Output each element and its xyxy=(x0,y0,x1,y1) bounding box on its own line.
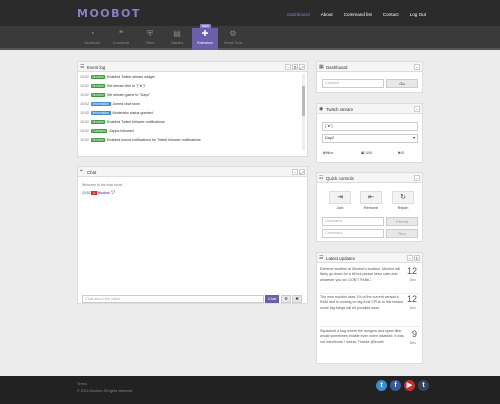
chat-welcome: Welcome to the chat room! xyxy=(82,183,123,187)
tab-dashboard[interactable]: ◔ Dashboard xyxy=(79,28,105,50)
refresh-icon: ↻ xyxy=(392,191,414,204)
settings-icon[interactable]: ⚙ xyxy=(281,295,291,303)
section-iconbar: ◔ Dashboard ❝ Commands ⛨ Filters ▤ Stati… xyxy=(0,24,500,50)
shield-icon: ⛨ xyxy=(147,29,153,38)
nav-contact[interactable]: Contact xyxy=(383,12,399,17)
chat-send-button[interactable]: Chat xyxy=(265,295,279,303)
settings-icon[interactable]: ⚙ xyxy=(292,63,298,70)
update-item: The new moobot uses 1% of the current ve… xyxy=(320,295,404,310)
tab-commands[interactable]: ❝ Commands xyxy=(108,28,134,50)
log-row: 15:52 Followed Zappa followed xyxy=(80,129,134,133)
chat-input[interactable]: Chat about the video xyxy=(82,295,264,303)
remove-button[interactable]: ⇤ Remove xyxy=(360,191,382,210)
log-scroll-thumb[interactable] xyxy=(302,86,305,116)
sign-in-icon: ⇥ xyxy=(329,191,351,204)
copyright: © 2014 Moobot. All rights reserved. xyxy=(77,389,134,393)
tab-extensions[interactable]: NEW ✚ Extensions xyxy=(192,24,218,50)
gear-icon[interactable]: ✱ xyxy=(292,295,302,303)
quick-controls-title: Quick controls xyxy=(326,175,354,181)
minimize-icon[interactable]: − xyxy=(414,105,420,112)
log-row: 15:52 Information Joined chat room xyxy=(80,102,141,106)
nav-logout[interactable]: Log Out xyxy=(410,12,426,17)
tab-statistics[interactable]: ▤ Statistics xyxy=(164,28,190,50)
logo[interactable]: MOOBOT xyxy=(77,7,141,20)
stream-game-select[interactable]: DayZ ▾ xyxy=(322,134,418,143)
dashboard-title: Dashboard xyxy=(326,64,348,70)
permit-button[interactable]: Permit xyxy=(386,217,418,226)
twitch-stream-panel: ◉ Twitch stream − (ᵔᴥᵔ) DayZ ▾ ● Offline … xyxy=(316,103,423,163)
chat-title: Chat xyxy=(87,169,97,175)
refresh-icon[interactable]: ↻ xyxy=(414,254,420,261)
new-badge: NEW xyxy=(200,24,211,28)
sign-out-icon: ⇤ xyxy=(360,191,382,204)
youtube-icon[interactable]: ▶ xyxy=(404,380,415,391)
gauge-icon: ◔ xyxy=(89,29,95,38)
log-row: 15:52 Moobot Enabled Twitch follower notif… xyxy=(80,120,165,124)
divider xyxy=(320,293,420,294)
minimize-icon[interactable]: − xyxy=(285,63,291,70)
update-item: Extreme weather at Moobot's location. Mo… xyxy=(320,267,400,282)
chat-icon: ❝ xyxy=(80,169,83,175)
chat-line: 15:52 ⚔ Moobot ヅ xyxy=(82,190,116,196)
chat-panel: ❝ Chat − ⤢ Welcome to the chat room! 15:… xyxy=(77,166,308,304)
emote-icon: ヅ xyxy=(110,190,116,196)
latest-updates-panel: ☰ Latest updates − ↻ Extreme weather at … xyxy=(316,252,423,364)
minimize-icon[interactable]: − xyxy=(407,254,413,261)
minimize-icon[interactable]: − xyxy=(414,174,420,181)
stream-title-input[interactable]: (ᵔᴥᵔ) xyxy=(322,122,418,131)
tab-filters[interactable]: ⛨ Filters xyxy=(137,28,163,50)
log-row: 15:52 Moobot Enabled Twitch stream widget xyxy=(80,75,155,79)
nav-dashboard[interactable]: Dashboard xyxy=(287,12,309,17)
chart-icon: ▤ xyxy=(173,29,181,38)
channel-input[interactable]: Channel xyxy=(322,79,384,88)
command-input[interactable]: Command xyxy=(322,229,384,238)
minimize-icon[interactable]: − xyxy=(292,168,298,175)
log-row: 15:52 Information Moderator status granted xyxy=(80,111,153,115)
chevron-down-icon: ▾ xyxy=(413,136,415,140)
eye-icon: ◉ xyxy=(319,106,324,112)
facebook-icon[interactable]: f xyxy=(390,380,401,391)
rejoin-button[interactable]: ↻ Rejoin xyxy=(392,191,414,210)
event-log-title: Event log xyxy=(87,64,106,70)
twitch-stream-title: Twitch stream xyxy=(326,106,354,112)
puzzle-icon: ✚ xyxy=(201,29,209,38)
dashboard-icon: ▦ xyxy=(319,64,324,70)
mod-badge-icon: ⚔ xyxy=(91,191,97,195)
quick-controls-panel: ☷ Quick controls − ⇥ Join ⇤ Remove ↻ Rej… xyxy=(316,172,423,242)
chat-bubbles-icon: ❝ xyxy=(118,29,124,38)
expand-icon[interactable]: ⤢ xyxy=(299,63,305,70)
tumblr-icon[interactable]: t xyxy=(418,380,429,391)
twitter-icon[interactable]: t xyxy=(376,380,387,391)
log-row: 15:52 Moobot Set stream game to "Dayz" xyxy=(80,93,151,97)
update-item: Squashed a bug where the dongers and spa… xyxy=(320,329,404,344)
sliders-icon: ☷ xyxy=(319,175,324,181)
dashboard-panel: ▦ Dashboard − Channel Go xyxy=(316,61,423,93)
run-button[interactable]: Run xyxy=(386,229,418,238)
log-row: 15:52 Moobot Enabled sound notifications f… xyxy=(80,138,201,142)
tab-stream-tools[interactable]: ⚙ Stream Tools xyxy=(220,28,246,50)
top-nav: Dashboard About Command list Contact Log… xyxy=(287,12,426,17)
nav-command-list[interactable]: Command list xyxy=(344,12,372,17)
expand-icon[interactable]: ⤢ xyxy=(299,168,305,175)
list-icon: ☰ xyxy=(319,255,324,261)
top-navbar: MOOBOT Dashboard About Command list Cont… xyxy=(0,0,500,26)
gear-icon: ⚙ xyxy=(229,29,237,38)
footer: Terms © 2014 Moobot. All rights reserved… xyxy=(0,376,500,404)
terms-link[interactable]: Terms xyxy=(77,382,87,386)
join-button[interactable]: ⇥ Join xyxy=(329,191,351,210)
event-log-panel: ☰ Event log − ⚙ ⤢ 15:52 Moobot Enabled Twi… xyxy=(77,61,308,157)
minimize-icon[interactable]: − xyxy=(414,63,420,70)
username-input[interactable]: Username xyxy=(322,217,384,226)
log-row: 15:52 Moobot Set stream title to "(ᵔᴥᵔ)" xyxy=(80,84,146,88)
list-icon: ☰ xyxy=(80,64,85,70)
latest-updates-title: Latest updates xyxy=(326,255,355,261)
divider xyxy=(320,326,420,327)
go-button[interactable]: Go xyxy=(386,79,418,88)
nav-about[interactable]: About xyxy=(321,12,333,17)
